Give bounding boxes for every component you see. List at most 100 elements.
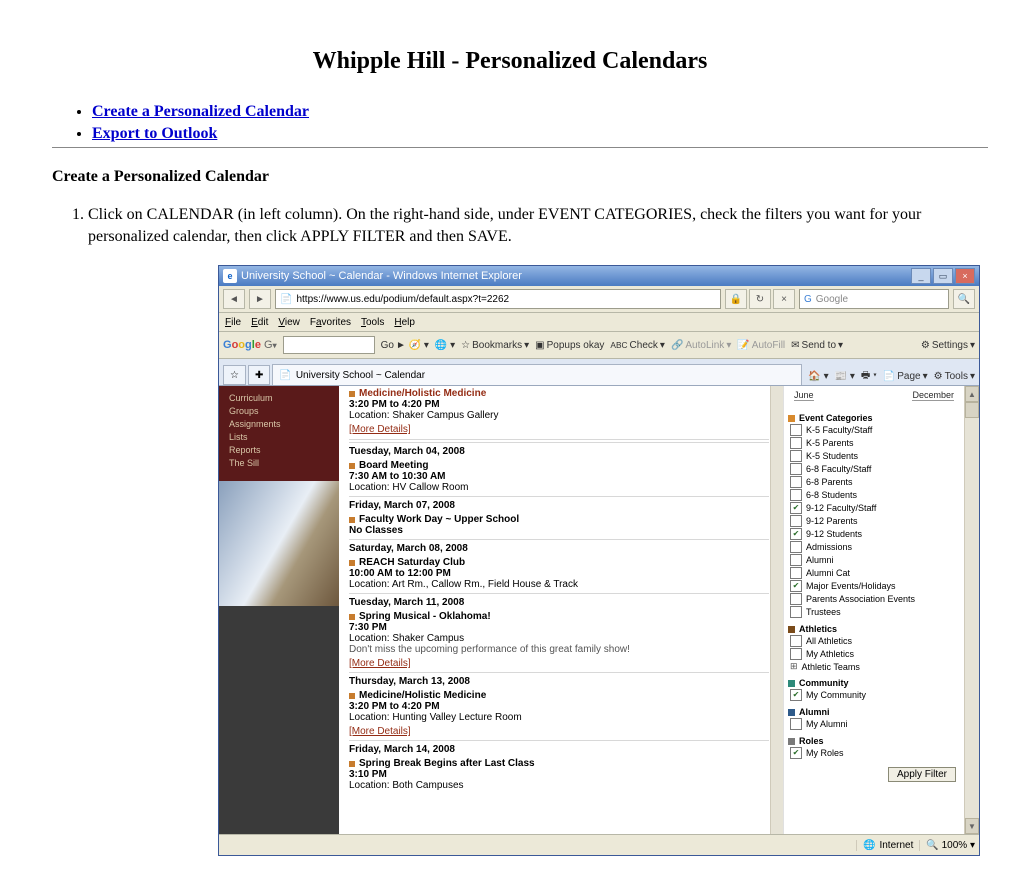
filter-checkbox[interactable] [790,567,802,579]
filter-checkbox[interactable] [790,424,802,436]
filter-option[interactable]: 9-12 Parents [790,515,960,527]
google-sendto[interactable]: ✉ Send to▾ [791,340,843,351]
google-popups[interactable]: ▣ Popups okay [535,340,604,351]
filter-option[interactable]: My Alumni [790,718,960,730]
filter-checkbox[interactable]: ✔ [790,747,802,759]
filter-checkbox[interactable] [790,541,802,553]
month-link-left[interactable]: June [794,390,814,401]
filter-checkbox[interactable] [790,437,802,449]
filter-option[interactable]: ✔9-12 Faculty/Staff [790,502,960,514]
month-link-right[interactable]: December [912,390,954,401]
add-favorites-button[interactable]: ✚ [248,365,270,385]
print-button[interactable]: 🖶 ▾ [861,368,877,385]
filter-checkbox[interactable] [790,593,802,605]
filter-option[interactable]: Parents Association Events [790,593,960,605]
close-button[interactable]: × [955,268,975,284]
home-button[interactable]: 🏠 ▾ [808,371,828,382]
zoom-control[interactable]: 🔍 100% ▾ [919,840,975,851]
menu-view[interactable]: View [278,317,300,328]
scroll-thumb[interactable] [965,402,979,418]
google-settings[interactable]: ⚙ Settings▾ [921,340,975,351]
sidebar-item-groups[interactable]: Groups [229,406,329,416]
menu-favorites[interactable]: Favorites [310,317,351,328]
google-go-button[interactable]: Go ► 🧭 ▾ [381,340,429,351]
category-color-icon [788,709,795,716]
filter-checkbox[interactable] [790,463,802,475]
more-details-link[interactable]: [More Details] [349,726,411,737]
toc-link-create[interactable]: Create a Personalized Calendar [92,103,309,120]
back-button[interactable]: ◄ [223,289,245,309]
filter-option[interactable]: Admissions [790,541,960,553]
filter-checkbox[interactable] [790,635,802,647]
filter-option[interactable]: 6-8 Students [790,489,960,501]
sidebar-item-thesill[interactable]: The Sill [229,458,329,468]
browser-tab[interactable]: 📄 University School ~ Calendar [272,364,802,385]
filter-option[interactable]: 6-8 Parents [790,476,960,488]
refresh-button[interactable]: ↻ [749,289,771,309]
filter-checkbox[interactable] [790,554,802,566]
page-menu[interactable]: 📄 Page ▾ [883,371,928,382]
google-spellcheck[interactable]: ABC Check ▾ [610,340,665,351]
more-details-link[interactable]: [More Details] [349,424,411,435]
filter-checkbox[interactable]: ✔ [790,580,802,592]
filter-option[interactable]: K-5 Parents [790,437,960,449]
filter-option[interactable]: K-5 Faculty/Staff [790,424,960,436]
filter-option[interactable]: K-5 Students [790,450,960,462]
filter-checkbox[interactable] [790,450,802,462]
forward-button[interactable]: ► [249,289,271,309]
filter-option[interactable]: 6-8 Faculty/Staff [790,463,960,475]
filter-checkbox[interactable]: ✔ [790,528,802,540]
filter-checkbox[interactable] [790,515,802,527]
window-title: University School ~ Calendar - Windows I… [241,270,522,282]
filter-checkbox[interactable] [790,718,802,730]
apply-filter-button[interactable]: Apply Filter [888,767,956,782]
more-details-link[interactable]: [More Details] [349,658,411,669]
menu-edit[interactable]: Edit [251,317,268,328]
filter-option[interactable]: ✔Major Events/Holidays [790,580,960,592]
stop-button[interactable]: × [773,289,795,309]
filter-option[interactable]: My Athletics [790,648,960,660]
filter-checkbox[interactable]: ✔ [790,502,802,514]
search-go-button[interactable]: 🔍 [953,289,975,309]
filter-option-label: K-5 Students [806,451,858,461]
favorites-star-button[interactable]: ☆ [223,365,246,385]
toc-link-export[interactable]: Export to Outlook [92,125,217,142]
address-bar[interactable]: 📄 https://www.us.edu/podium/default.aspx… [275,289,721,309]
menu-help[interactable]: Help [394,317,415,328]
sidebar-item-lists[interactable]: Lists [229,432,329,442]
filter-option[interactable]: ✔My Roles [790,747,960,759]
google-autolink[interactable]: 🔗 AutoLink ▾ [671,340,731,351]
maximize-button[interactable]: ▭ [933,268,953,284]
filter-checkbox[interactable] [790,476,802,488]
filter-checkbox[interactable] [790,648,802,660]
expand-icon[interactable]: ⊞ [790,661,798,672]
google-bookmarks[interactable]: ☆ Bookmarks▾ [461,340,529,351]
scroll-down-icon[interactable]: ▼ [965,818,979,834]
filter-checkbox[interactable] [790,489,802,501]
tools-menu[interactable]: ⚙ Tools ▾ [934,371,975,382]
sidebar-item-assignments[interactable]: Assignments [229,419,329,429]
filter-option[interactable]: Trustees [790,606,960,618]
filter-option[interactable]: ✔9-12 Students [790,528,960,540]
minimize-button[interactable]: _ [911,268,931,284]
filter-option[interactable]: All Athletics [790,635,960,647]
filter-option[interactable]: Alumni Cat [790,567,960,579]
google-toolbar-search[interactable] [283,336,375,354]
filter-option[interactable]: ✔My Community [790,689,960,701]
menu-file[interactable]: File [225,317,241,328]
events-scrollbar[interactable] [770,386,783,834]
scroll-up-icon[interactable]: ▲ [965,386,979,402]
feeds-button[interactable]: 📰 ▾ [835,371,855,382]
google-autofill[interactable]: 📝 AutoFill [737,340,785,351]
menu-tools[interactable]: Tools [361,317,384,328]
filter-checkbox[interactable] [790,606,802,618]
sidebar-item-curriculum[interactable]: Curriculum [229,393,329,403]
filter-option[interactable]: Alumni [790,554,960,566]
google-news-button[interactable]: 🌐 ▾ [435,340,455,351]
sidebar-item-reports[interactable]: Reports [229,445,329,455]
filter-checkbox[interactable]: ✔ [790,689,802,701]
window-scrollbar[interactable]: ▲ ▼ [964,386,979,834]
filter-option[interactable]: ⊞Athletic Teams [790,661,960,672]
browser-search-box[interactable]: G Google [799,289,949,309]
sidebar-navigation: Curriculum Groups Assignments Lists Repo… [219,386,339,481]
